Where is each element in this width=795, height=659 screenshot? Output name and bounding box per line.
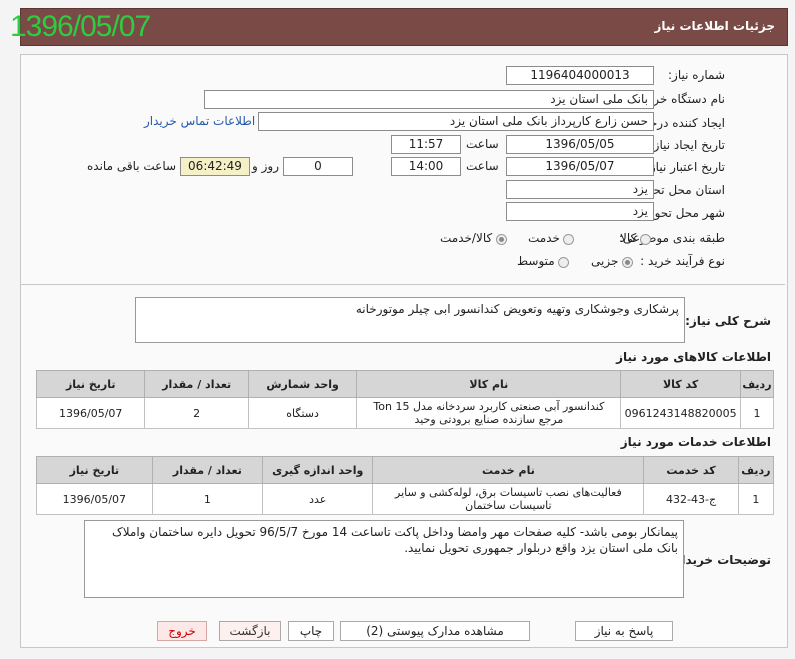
services-cell-name: فعالیت‌های نصب تاسیسات برق، لوله‌کشی و س… — [372, 483, 645, 515]
remaining-label: ساعت باقی مانده — [87, 159, 177, 173]
valid-time-field: 14:00 — [391, 157, 461, 176]
radio-icon[interactable] — [495, 233, 507, 245]
process-medium-text: متوسط — [517, 254, 555, 268]
valid-date-field: 1396/05/07 — [506, 157, 654, 176]
date-stamp: 1396/05/07 — [10, 10, 151, 43]
services-cell-qty: 1 — [151, 483, 264, 515]
valid-date-label: تاریخ اعتبار نیاز: — [645, 160, 725, 174]
process-radio-minor[interactable]: جزیی — [591, 254, 633, 268]
category-goods-service-text: کالا/خدمت — [440, 231, 493, 245]
process-minor-text: جزیی — [591, 254, 619, 268]
requester-field: حسن زارع کارپرداز بانک ملی استان یزد — [258, 112, 654, 131]
services-col-date: تاریخ نیاز — [36, 456, 153, 484]
services-table: ردیف کد خدمت نام خدمت واحد اندازه گیری ت… — [36, 456, 775, 515]
category-radio-goods-service[interactable]: کالا/خدمت — [440, 231, 507, 245]
buyer-contact-link[interactable]: اطلاعات تماس خریدار — [144, 114, 255, 128]
remaining-time-field: 06:42:49 — [180, 157, 250, 176]
days-label: روز و — [252, 159, 279, 173]
goods-cell-code: 0961243148820005 — [620, 397, 741, 429]
created-time-label: ساعت — [466, 137, 499, 151]
goods-cell-date: 1396/05/07 — [35, 397, 146, 429]
radio-icon[interactable] — [558, 256, 570, 268]
goods-col-unit: واحد شمارش — [247, 370, 358, 398]
radio-icon[interactable] — [621, 256, 633, 268]
services-section-title: اطلاعات خدمات مورد نیاز — [620, 435, 771, 449]
services-header-row: ردیف کد خدمت نام خدمت واحد اندازه گیری ت… — [36, 456, 775, 484]
process-radio-medium[interactable]: متوسط — [517, 254, 570, 268]
table-row: 1 ج-43-432 فعالیت‌های نصب تاسیسات برق، ل… — [36, 483, 775, 515]
notes-label: توضیحات خریدار: — [669, 553, 771, 567]
print-button[interactable]: چاپ — [288, 621, 334, 641]
category-radio-goods[interactable]: کالا — [620, 231, 651, 245]
goods-col-date: تاریخ نیاز — [35, 370, 146, 398]
city-field: یزد — [506, 202, 654, 221]
radio-icon[interactable] — [639, 233, 651, 245]
goods-col-code: کد کالا — [620, 370, 741, 398]
category-service-text: خدمت — [528, 231, 560, 245]
category-radio-service[interactable]: خدمت — [528, 231, 575, 245]
valid-time-label: ساعت — [466, 159, 499, 173]
services-col-name: نام خدمت — [372, 456, 645, 484]
services-col-qty: تعداد / مقدار — [151, 456, 264, 484]
goods-col-name: نام کالا — [356, 370, 622, 398]
created-time-field: 11:57 — [391, 135, 461, 154]
notes-text: پیمانکار بومی باشد- کلیه صفحات مهر وامضا… — [84, 520, 684, 598]
goods-cell-qty: 2 — [144, 397, 249, 429]
created-date-field: 1396/05/05 — [506, 135, 654, 154]
services-cell-row: 1 — [737, 483, 775, 515]
goods-table: ردیف کد کالا نام کالا واحد شمارش تعداد /… — [35, 370, 775, 429]
services-cell-code: ج-43-432 — [643, 483, 739, 515]
days-field: 0 — [283, 157, 353, 176]
summary-text: پرشکاری وجوشکاری وتهیه وتعویض کندانسور ا… — [135, 297, 685, 343]
services-col-row: ردیف — [737, 456, 775, 484]
goods-col-row: ردیف — [739, 370, 775, 398]
goods-section-title: اطلاعات کالاهای مورد نیاز — [616, 350, 771, 364]
services-col-unit: واحد اندازه گیری — [262, 456, 374, 484]
radio-icon[interactable] — [563, 233, 575, 245]
exit-button[interactable]: خروج — [157, 621, 207, 641]
back-button[interactable]: بازگشت — [219, 621, 281, 641]
divider — [21, 284, 785, 285]
summary-label: شرح کلی نیاز: — [685, 314, 771, 328]
services-cell-date: 1396/05/07 — [36, 483, 153, 515]
need-number-field: 1196404000013 — [506, 66, 654, 85]
table-row: 1 0961243148820005 کندانسور آبی صنعتی کا… — [35, 397, 775, 429]
goods-cell-row: 1 — [739, 397, 775, 429]
services-cell-unit: عدد — [262, 483, 374, 515]
category-goods-text: کالا — [620, 231, 637, 245]
goods-header-row: ردیف کد کالا نام کالا واحد شمارش تعداد /… — [35, 370, 775, 398]
created-date-label: تاریخ ایجاد نیاز: — [649, 138, 725, 152]
page-title: جزئیات اطلاعات نیاز — [654, 19, 775, 33]
view-attachments-button[interactable]: مشاهده مدارک پیوستی (2) — [340, 621, 530, 641]
services-col-code: کد خدمت — [643, 456, 739, 484]
goods-col-qty: تعداد / مقدار — [144, 370, 249, 398]
province-field: یزد — [506, 180, 654, 199]
need-number-label: شماره نیاز: — [668, 68, 725, 82]
buyer-field: بانک ملی استان یزد — [204, 90, 654, 109]
process-label: نوع فرآیند خرید : — [640, 254, 725, 268]
reply-button[interactable]: پاسخ به نیاز — [575, 621, 673, 641]
goods-cell-name: کندانسور آبی صنعتی کاربرد سردخانه مدل To… — [356, 397, 622, 429]
goods-cell-unit: دستگاه — [247, 397, 358, 429]
